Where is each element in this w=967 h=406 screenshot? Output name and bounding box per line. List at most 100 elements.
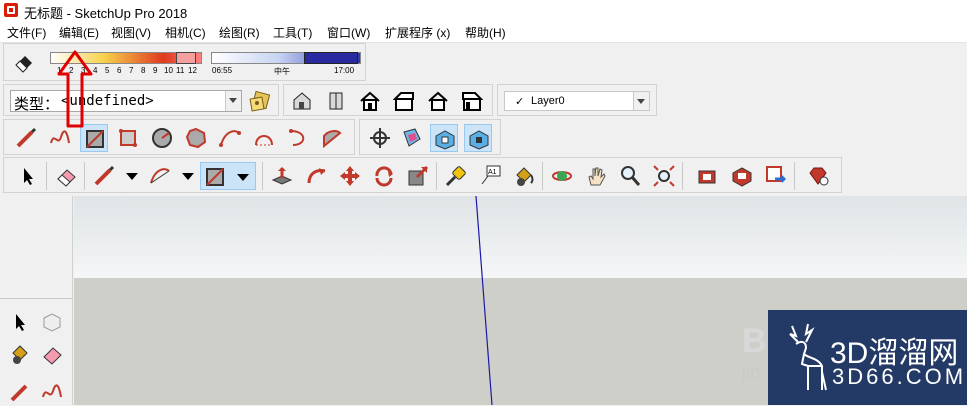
select-tool-button[interactable] <box>14 162 42 190</box>
watermark-en-text: 3D66.COM <box>832 364 967 389</box>
front-view-button[interactable] <box>356 87 384 115</box>
pencil-icon <box>10 384 28 402</box>
paint-bucket-button[interactable] <box>510 162 538 190</box>
paint-bucket-style-button[interactable] <box>246 87 274 115</box>
display-section-cuts-button[interactable] <box>430 124 458 152</box>
two-point-arc-button[interactable] <box>250 124 278 152</box>
follow-me-button[interactable] <box>302 162 330 190</box>
layer-check-icon: ✓ <box>515 96 525 108</box>
share-model-button[interactable] <box>762 162 790 190</box>
left-freehand-button[interactable] <box>38 378 66 406</box>
type-label: 类型： <box>14 95 60 113</box>
left-make-component-button[interactable] <box>38 308 66 336</box>
principal-toolbar: A1 <box>3 157 842 193</box>
time-start-label: 06:55 <box>212 66 233 75</box>
rectangle-dropdown-arrow[interactable] <box>237 174 249 181</box>
polygon-tool-button[interactable] <box>182 124 210 152</box>
line-tool-large-button[interactable] <box>90 162 118 190</box>
section-plane-button[interactable] <box>366 124 394 152</box>
rectangle-icon <box>206 168 224 186</box>
separator <box>84 162 85 190</box>
display-section-fill-button[interactable] <box>464 124 492 152</box>
menu-view[interactable]: 视图(V) <box>111 24 151 41</box>
section-plane-icon <box>370 128 390 148</box>
freehand-icon <box>42 384 62 398</box>
three-point-arc-icon <box>289 129 305 146</box>
zoom-extents-button[interactable] <box>650 162 678 190</box>
three-point-arc-button[interactable] <box>284 124 312 152</box>
menu-window[interactable]: 窗口(W) <box>327 24 370 41</box>
paint-bucket-icon <box>516 167 534 186</box>
styles-toolbar: 类型： <undefined> <box>3 84 279 116</box>
menu-tools[interactable]: 工具(T) <box>273 24 312 41</box>
polygon-icon <box>185 127 207 149</box>
3d-warehouse-button[interactable] <box>694 162 722 190</box>
left-toolbar <box>0 196 73 405</box>
scale-icon <box>408 165 429 186</box>
house-right-icon <box>393 92 414 111</box>
left-paint-bucket-button[interactable] <box>6 340 34 368</box>
house-left-icon <box>462 92 483 111</box>
month-tick-7: 7 <box>129 66 134 75</box>
left-line-button[interactable] <box>6 378 34 406</box>
left-eraser-button[interactable] <box>38 340 66 368</box>
scale-tool-button[interactable] <box>404 162 432 190</box>
orbit-icon <box>552 171 572 181</box>
ruby-gem-icon <box>809 167 829 186</box>
pie-icon <box>323 130 342 149</box>
menu-file[interactable]: 文件(F) <box>7 24 46 41</box>
orbit-tool-button[interactable] <box>548 162 576 190</box>
house-top-icon <box>329 92 343 110</box>
type-combo[interactable]: 类型： <undefined> <box>10 90 242 113</box>
separator <box>262 162 263 190</box>
left-view-button[interactable] <box>458 87 486 115</box>
line-dropdown-arrow[interactable] <box>126 173 138 180</box>
display-section-planes-button[interactable] <box>398 124 426 152</box>
layer-combo-arrow[interactable] <box>633 92 649 110</box>
line-tool-button[interactable] <box>12 124 40 152</box>
menu-help[interactable]: 帮助(H) <box>465 24 506 41</box>
top-view-button[interactable] <box>322 87 350 115</box>
iso-view-button[interactable] <box>288 87 316 115</box>
cursor-arrow-icon <box>24 168 33 185</box>
eraser-shadow-button[interactable] <box>10 48 38 76</box>
layer-combo[interactable]: ✓ Layer0 <box>504 91 650 111</box>
extension-manager-button[interactable] <box>804 162 832 190</box>
svg-text:A1: A1 <box>488 169 497 176</box>
watermark-logo: 3D溜溜网 3D66.COM <box>768 310 967 405</box>
arc-tool-button[interactable] <box>216 124 244 152</box>
extension-warehouse-button[interactable] <box>728 162 756 190</box>
month-tick-12: 12 <box>188 66 197 75</box>
text-tool-button[interactable]: A1 <box>476 162 504 190</box>
date-slider-thumb[interactable] <box>176 52 196 64</box>
window-title: 无标题 - SketchUp Pro 2018 <box>24 6 188 21</box>
menu-edit[interactable]: 编辑(E) <box>59 24 99 41</box>
eraser-tool-button[interactable] <box>52 162 80 190</box>
left-select-button[interactable] <box>6 308 34 336</box>
warehouse-icon <box>698 170 716 184</box>
right-view-button[interactable] <box>390 87 418 115</box>
circle-tool-button[interactable] <box>148 124 176 152</box>
menu-camera[interactable]: 相机(C) <box>165 24 206 41</box>
freehand-tool-button[interactable] <box>46 124 74 152</box>
menu-draw[interactable]: 绘图(R) <box>219 24 260 41</box>
rotate-tool-button[interactable] <box>370 162 398 190</box>
tape-measure-button[interactable] <box>442 162 470 190</box>
arc-dropdown-arrow[interactable] <box>182 173 194 180</box>
zoom-tool-button[interactable] <box>616 162 644 190</box>
pie-tool-button[interactable] <box>318 124 346 152</box>
push-pull-button[interactable] <box>268 162 296 190</box>
time-noon-label: 中午 <box>274 67 290 76</box>
house-iso-icon <box>293 92 311 110</box>
move-tool-button[interactable] <box>336 162 364 190</box>
rectangle-tool-button[interactable] <box>80 124 108 152</box>
rotated-rectangle-tool-button[interactable] <box>114 124 142 152</box>
time-slider-thumb[interactable] <box>304 52 358 64</box>
pan-tool-button[interactable] <box>582 162 610 190</box>
component-icon <box>43 313 61 332</box>
type-combo-arrow[interactable] <box>225 91 241 111</box>
arc-tool-large-button[interactable] <box>146 162 174 190</box>
rectangle-tool-large-button[interactable] <box>200 162 256 190</box>
menu-extensions[interactable]: 扩展程序 (x) <box>385 24 450 41</box>
back-view-button[interactable] <box>424 87 452 115</box>
